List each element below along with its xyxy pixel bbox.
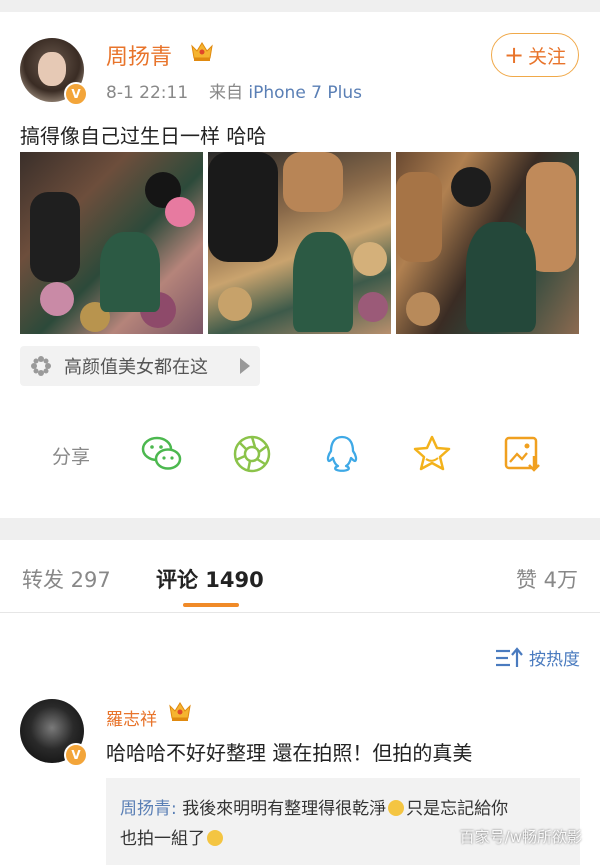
- post-photo-2[interactable]: [208, 152, 391, 334]
- photo-balloon: [40, 282, 74, 316]
- photo-person: [293, 232, 353, 332]
- sort-label: 按热度: [529, 650, 580, 670]
- comment-text: 哈哈哈不好好整理 還在拍照！但拍的真美: [106, 741, 473, 765]
- topic-tag[interactable]: 高颜值美女都在这: [20, 346, 260, 386]
- post-photo-1[interactable]: [20, 152, 203, 334]
- section-divider: [0, 518, 600, 540]
- photo-balloon: [406, 292, 440, 326]
- watermark: 百家号/w畅所欲影: [459, 828, 582, 846]
- post-meta: 8-1 22:11 来自 iPhone 7 Plus: [106, 78, 362, 103]
- sort-icon: [496, 646, 523, 667]
- reply-text-3: 也拍一組了: [120, 829, 205, 849]
- photo-balloon: [283, 152, 343, 212]
- verified-badge-icon: V: [64, 82, 88, 106]
- follow-label: 关注: [528, 45, 567, 68]
- post-text: 搞得像自己过生日一样 哈哈: [20, 124, 267, 148]
- tab-likes[interactable]: 赞 4万: [516, 564, 578, 594]
- top-strip: [0, 0, 600, 12]
- photo-balloon: [208, 152, 278, 262]
- vip-crown-icon: [169, 702, 191, 721]
- moments-icon[interactable]: [230, 432, 274, 476]
- tab-reposts[interactable]: 转发 297: [22, 564, 111, 594]
- active-tab-indicator: [183, 603, 239, 607]
- photo-balloon: [451, 167, 491, 207]
- photo-balloon: [30, 192, 80, 282]
- source-prefix: 来自: [208, 83, 243, 103]
- wechat-icon[interactable]: [140, 432, 184, 476]
- tab-comments[interactable]: 评论 1490: [156, 564, 264, 594]
- blush-emoji-icon: [207, 830, 223, 846]
- favorite-star-icon[interactable]: [410, 432, 454, 476]
- plus-icon: +: [503, 41, 525, 69]
- commenter-name[interactable]: 羅志祥: [106, 705, 157, 730]
- photo-balloon: [358, 292, 388, 322]
- post-photo-3[interactable]: [396, 152, 579, 334]
- author-avatar[interactable]: V: [20, 38, 88, 106]
- topic-label: 高颜值美女都在这: [64, 357, 208, 378]
- interaction-tabs: 转发 297 评论 1490 赞 4万: [0, 540, 600, 613]
- smirk-emoji-icon: [388, 800, 405, 816]
- reply-line-1: 周扬青: 我後來明明有整理得很乾淨 只是忘記給你: [120, 794, 566, 824]
- share-label: 分享: [52, 446, 91, 468]
- chevron-right-icon: [240, 358, 250, 374]
- reply-text-1: 我後來明明有整理得很乾淨: [182, 799, 387, 819]
- post-source[interactable]: iPhone 7 Plus: [248, 83, 362, 103]
- photo-balloon: [165, 197, 195, 227]
- photo-balloon: [396, 172, 442, 262]
- photo-balloon: [353, 242, 387, 276]
- reply-box[interactable]: 周扬青: 我後來明明有整理得很乾淨 只是忘記給你 也拍一組了: [106, 778, 580, 865]
- sort-by-hot-button[interactable]: 按热度: [495, 645, 580, 670]
- reply-text-2: 只是忘記給你: [406, 799, 509, 819]
- save-image-icon[interactable]: [500, 432, 544, 476]
- reply-author[interactable]: 周扬青:: [120, 799, 177, 819]
- commenter-avatar[interactable]: V: [20, 699, 88, 767]
- post-time: 8-1 22:11: [106, 83, 189, 103]
- photo-person: [466, 222, 536, 332]
- photo-balloon: [218, 287, 252, 321]
- avatar-face: [38, 52, 66, 86]
- vip-crown-icon: [191, 42, 213, 61]
- qq-icon[interactable]: [320, 432, 364, 476]
- author-name[interactable]: 周扬青: [106, 39, 172, 71]
- flower-icon: [31, 356, 51, 376]
- verified-badge-icon: V: [64, 743, 88, 767]
- follow-button[interactable]: + 关注: [491, 33, 579, 77]
- photo-person: [100, 232, 160, 312]
